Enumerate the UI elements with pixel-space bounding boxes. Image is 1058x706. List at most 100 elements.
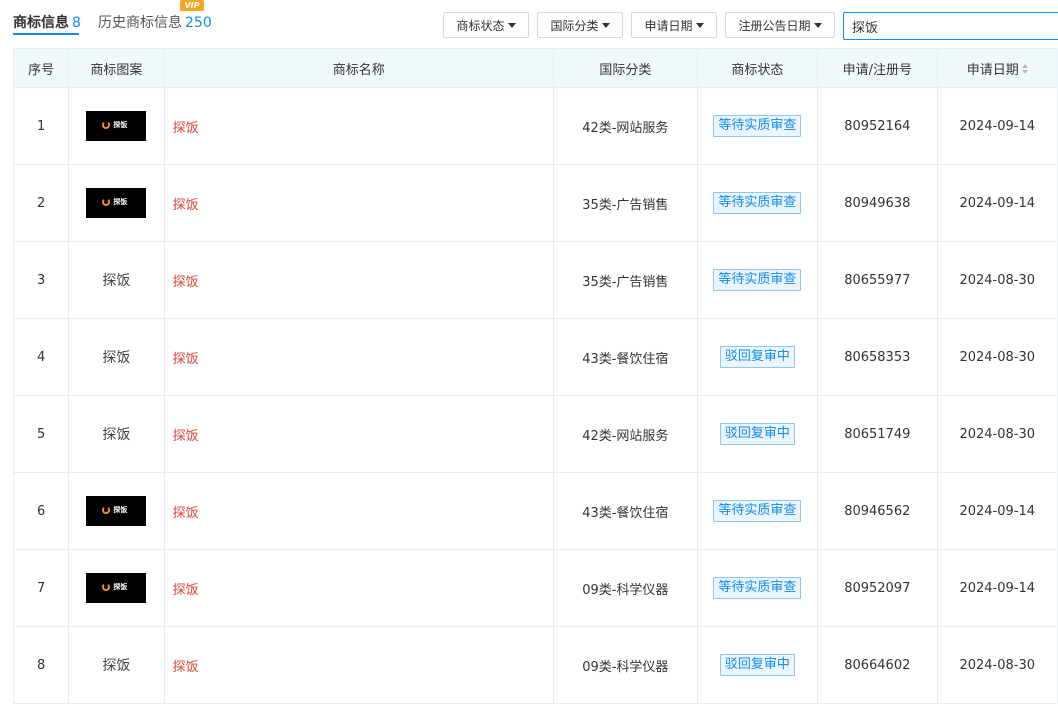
cell-reg-no: 80949638 xyxy=(817,164,938,242)
cell-status: 驳回复审中 xyxy=(696,318,819,396)
swirl-icon xyxy=(102,506,111,514)
logo-text: 探饭 xyxy=(113,506,128,514)
tab-history-label: 历史商标信息 xyxy=(98,15,182,31)
tab-trademark-info[interactable]: 商标信息 8 xyxy=(13,12,81,32)
trademark-text-image[interactable]: 探饭 xyxy=(102,273,130,289)
cell-index: 3 xyxy=(12,241,70,319)
filter-application-date[interactable]: 申请日期 xyxy=(631,12,717,38)
cell-reg-no: 80952164 xyxy=(817,87,938,165)
header-name: 商标名称 xyxy=(163,48,555,88)
trademark-logo-image[interactable]: 探饭 xyxy=(86,496,147,526)
cell-image: 探饭 xyxy=(68,164,165,242)
cell-class: 43类-餐饮住宿 xyxy=(553,318,698,396)
filter-label: 商标状态 xyxy=(456,19,505,33)
search-input[interactable] xyxy=(843,12,1058,40)
logo-text: 探饭 xyxy=(113,121,128,129)
header-date[interactable]: 申请日期 xyxy=(936,48,1058,88)
cell-name: 探饭 xyxy=(163,241,555,319)
trademark-text-image[interactable]: 探饭 xyxy=(102,350,130,366)
status-badge: 驳回复审中 xyxy=(719,654,795,676)
cell-name: 探饭 xyxy=(163,164,555,242)
table-row[interactable]: 5 探饭 探饭 42类-网站服务 驳回复审中 80651749 2024-08-30 xyxy=(12,395,1058,473)
table-row[interactable]: 7 探饭 探饭 09类-科学仪器 等待实质审查 80952097 2024-09-14 xyxy=(12,549,1058,627)
trademark-name-link[interactable]: 探饭 xyxy=(173,352,199,367)
cell-index: 1 xyxy=(12,87,70,165)
header-reg-no: 申请/注册号 xyxy=(817,48,938,88)
cell-class: 35类-广告销售 xyxy=(553,241,698,319)
cell-date: 2024-09-14 xyxy=(936,87,1058,165)
cell-status: 驳回复审中 xyxy=(696,395,819,473)
swirl-icon xyxy=(102,583,111,591)
header-image: 商标图案 xyxy=(68,48,165,88)
cell-image: 探饭 xyxy=(68,472,165,550)
cell-index: 8 xyxy=(12,626,70,704)
status-badge: 驳回复审中 xyxy=(719,346,795,368)
cell-image: 探饭 xyxy=(68,549,165,627)
trademark-name-link[interactable]: 探饭 xyxy=(173,583,199,598)
top-bar: 商标信息 8 历史商标信息 250 VIP 商标状态 国际分类 申请日期 注册公告日… xyxy=(0,0,1058,48)
trademark-name-link[interactable]: 探饭 xyxy=(173,660,199,675)
trademark-logo-image[interactable]: 探饭 xyxy=(86,188,147,218)
trademark-table: 序号 商标图案 商标名称 国际分类 商标状态 申请/注册号 申请日期 1 探饭 探饭… xyxy=(12,48,1058,704)
trademark-text-image[interactable]: 探饭 xyxy=(102,658,130,674)
filter-label: 申请日期 xyxy=(644,19,693,33)
table-row[interactable]: 8 探饭 探饭 09类-科学仪器 驳回复审中 80664602 2024-08-30 xyxy=(12,626,1058,704)
status-badge: 等待实质审查 xyxy=(713,577,802,599)
header-status: 商标状态 xyxy=(696,48,819,88)
filter-registration-announcement-date[interactable]: 注册公告日期 xyxy=(725,12,835,38)
trademark-logo-image[interactable]: 探饭 xyxy=(86,573,147,603)
table-row[interactable]: 4 探饭 探饭 43类-餐饮住宿 驳回复审中 80658353 2024-08-30 xyxy=(12,318,1058,396)
vip-badge: VIP xyxy=(180,0,204,11)
cell-class: 43类-餐饮住宿 xyxy=(553,472,698,550)
cell-date: 2024-08-30 xyxy=(936,241,1058,319)
status-badge: 等待实质审查 xyxy=(713,269,802,291)
trademark-name-link[interactable]: 探饭 xyxy=(173,198,199,213)
table-row[interactable]: 1 探饭 探饭 42类-网站服务 等待实质审查 80952164 2024-09-14 xyxy=(12,87,1058,165)
cell-status: 等待实质审查 xyxy=(696,164,819,242)
filter-label: 注册公告日期 xyxy=(738,19,811,33)
status-badge: 等待实质审查 xyxy=(713,115,802,137)
trademark-text-image[interactable]: 探饭 xyxy=(102,427,130,443)
caret-down-icon xyxy=(695,23,704,28)
trademark-name-link[interactable]: 探饭 xyxy=(173,429,199,444)
cell-reg-no: 80655977 xyxy=(817,241,938,319)
cell-status: 驳回复审中 xyxy=(696,626,819,704)
swirl-icon xyxy=(102,198,111,206)
table-row[interactable]: 2 探饭 探饭 35类-广告销售 等待实质审查 80949638 2024-09-14 xyxy=(12,164,1058,242)
cell-reg-no: 80946562 xyxy=(817,472,938,550)
filter-international-class[interactable]: 国际分类 xyxy=(537,12,623,38)
trademark-logo-image[interactable]: 探饭 xyxy=(86,111,147,141)
cell-reg-no: 80658353 xyxy=(817,318,938,396)
active-tab-underline xyxy=(13,33,79,35)
header-date-label: 申请日期 xyxy=(966,62,1019,78)
cell-name: 探饭 xyxy=(163,395,555,473)
cell-reg-no: 80952097 xyxy=(817,549,938,627)
sort-icon[interactable] xyxy=(1021,64,1028,74)
tab-history-trademark-info[interactable]: 历史商标信息 250 xyxy=(98,12,212,32)
swirl-icon xyxy=(102,121,111,129)
cell-date: 2024-08-30 xyxy=(936,395,1058,473)
cell-class: 09类-科学仪器 xyxy=(553,626,698,704)
trademark-name-link[interactable]: 探饭 xyxy=(173,121,199,136)
status-badge: 驳回复审中 xyxy=(719,423,795,445)
cell-date: 2024-09-14 xyxy=(936,472,1058,550)
cell-image: 探饭 xyxy=(68,87,165,165)
trademark-name-link[interactable]: 探饭 xyxy=(173,506,199,521)
table-row[interactable]: 3 探饭 探饭 35类-广告销售 等待实质审查 80655977 2024-08-30 xyxy=(12,241,1058,319)
cell-status: 等待实质审查 xyxy=(696,87,819,165)
cell-image: 探饭 xyxy=(68,241,165,319)
table-row[interactable]: 6 探饭 探饭 43类-餐饮住宿 等待实质审查 80946562 2024-09-14 xyxy=(12,472,1058,550)
cell-index: 4 xyxy=(12,318,70,396)
cell-class: 42类-网站服务 xyxy=(553,87,698,165)
filter-trademark-status[interactable]: 商标状态 xyxy=(443,12,529,38)
cell-index: 2 xyxy=(12,164,70,242)
cell-class: 42类-网站服务 xyxy=(553,395,698,473)
trademark-name-link[interactable]: 探饭 xyxy=(173,275,199,290)
status-badge: 等待实质审查 xyxy=(713,192,802,214)
cell-date: 2024-08-30 xyxy=(936,318,1058,396)
tab-trademark-info-label: 商标信息 xyxy=(13,15,69,31)
cell-index: 5 xyxy=(12,395,70,473)
cell-reg-no: 80664602 xyxy=(817,626,938,704)
cell-date: 2024-09-14 xyxy=(936,549,1058,627)
cell-name: 探饭 xyxy=(163,626,555,704)
